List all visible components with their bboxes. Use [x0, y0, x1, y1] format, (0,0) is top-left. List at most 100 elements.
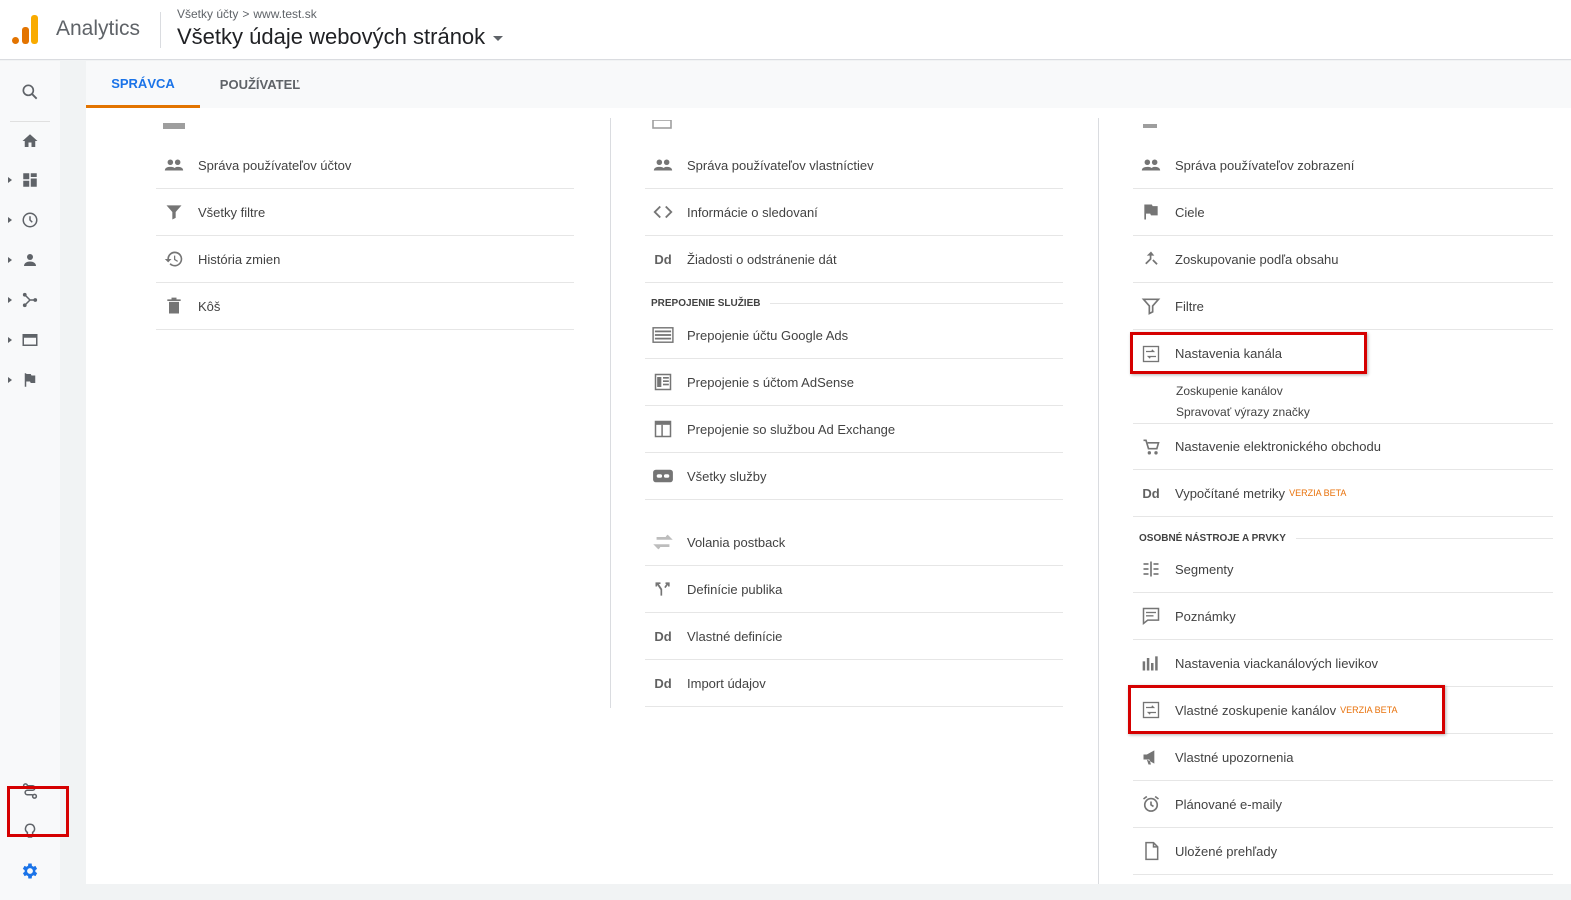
property-item-google-ads-linking[interactable]: Prepojenie účtu Google Ads — [645, 312, 1063, 359]
filter-icon — [1139, 294, 1163, 318]
view-item-scheduled-emails[interactable]: Plánované e-maily — [1133, 781, 1553, 828]
adsense-icon — [651, 370, 675, 394]
dimension-icon: Dd — [654, 628, 672, 644]
trash-icon — [162, 294, 186, 318]
property-item-tracking-info[interactable]: Informácie o sledovaní — [645, 189, 1063, 236]
property-item-audience-definitions[interactable]: Definície publika — [645, 566, 1063, 613]
beta-badge: VERZIA BETA — [1289, 488, 1347, 498]
view-item-goals[interactable]: Ciele — [1133, 189, 1553, 236]
expand-arrow-icon[interactable] — [8, 337, 12, 343]
acquisition-icon[interactable] — [16, 286, 44, 314]
item-label: Vlastné upozornenia — [1175, 749, 1294, 765]
item-label: Prepojenie so službou Ad Exchange — [687, 421, 896, 437]
view-item-saved-reports[interactable]: Uložené prehľady — [1133, 828, 1553, 875]
item-label: Volania postback — [687, 534, 786, 550]
breadcrumb-account[interactable]: Všetky účty — [177, 7, 238, 21]
property-item-data-deletion[interactable]: Dd Žiadosti o odstránenie dát — [645, 236, 1063, 283]
account-item-trash[interactable]: Kôš — [156, 283, 574, 330]
flag-icon[interactable] — [16, 366, 44, 394]
tab-admin[interactable]: SPRÁVCA — [86, 61, 200, 108]
search-icon[interactable] — [16, 78, 44, 106]
segments-icon — [1139, 557, 1163, 581]
section-title: PREPOJENIE SLUŽIEB — [651, 298, 761, 309]
linking-section-header: PREPOJENIE SLUŽIEB — [651, 298, 1063, 309]
document-icon — [1139, 839, 1163, 863]
item-label: Plánované e-maily — [1175, 796, 1282, 812]
person-icon[interactable] — [16, 246, 44, 274]
property-item-postbacks[interactable]: Volania postback — [645, 519, 1063, 566]
audience-icon — [651, 577, 675, 601]
column-divider — [1098, 118, 1099, 884]
view-item-segments[interactable]: Segmenty — [1133, 546, 1553, 593]
dimension-icon: Dd — [654, 675, 672, 691]
property-item-all-products[interactable]: Všetky služby — [645, 453, 1063, 500]
view-name: Všetky údaje webových stránok — [177, 24, 486, 49]
home-icon[interactable] — [16, 127, 44, 155]
view-selector[interactable]: Všetky údaje webových stránok — [177, 24, 504, 50]
item-label: Zoskupovanie podľa obsahu — [1175, 251, 1339, 267]
property-item-data-import[interactable]: Dd Import údajov — [645, 660, 1063, 707]
property-item-custom-definitions[interactable]: Dd Vlastné definície — [645, 613, 1063, 660]
nav-divider — [10, 121, 50, 122]
item-label: Prepojenie s účtom AdSense — [687, 374, 854, 390]
filter-icon — [162, 200, 186, 224]
property-item-adsense-linking[interactable]: Prepojenie s účtom AdSense — [645, 359, 1063, 406]
item-label: Žiadosti o odstránenie dát — [687, 251, 837, 267]
customization-icon[interactable] — [16, 166, 44, 194]
top-bar: Analytics Všetky účty > www.test.sk Všetky… — [0, 0, 1571, 60]
property-item-user-management[interactable]: Správa používateľov vlastníctiev — [645, 142, 1063, 189]
item-label: Vypočítané metriky — [1175, 485, 1286, 501]
admin-highlight-box — [7, 786, 69, 837]
custom-channel-grouping-highlight-box — [1128, 685, 1445, 734]
item-label: Informácie o sledovaní — [687, 204, 818, 220]
expand-arrow-icon[interactable] — [8, 257, 12, 263]
analytics-logo-icon[interactable] — [12, 14, 40, 44]
link-icon — [651, 464, 675, 488]
account-item-user-management[interactable]: Správa používateľov účtov — [156, 142, 574, 189]
view-item-mcf-settings[interactable]: Nastavenia viackanálových lievikov — [1133, 640, 1553, 687]
property-item-ad-exchange-linking[interactable]: Prepojenie so službou Ad Exchange — [645, 406, 1063, 453]
channel-sub-item-brand-terms[interactable]: Spravovať výrazy značky — [1176, 405, 1310, 419]
view-item-annotations[interactable]: Poznámky — [1133, 593, 1553, 640]
ads-icon — [651, 323, 675, 347]
expand-arrow-icon[interactable] — [8, 217, 12, 223]
item-label: Nastavenia viackanálových lievikov — [1175, 655, 1379, 671]
item-label: Definície publika — [687, 581, 783, 597]
merge-icon — [1139, 247, 1163, 271]
column-divider — [610, 118, 611, 708]
view-item-custom-alerts[interactable]: Vlastné upozornenia — [1133, 734, 1553, 781]
personal-tools-section-header: OSOBNÉ NÁSTROJE A PRVKY — [1139, 533, 1553, 544]
account-item-change-history[interactable]: História zmien — [156, 236, 574, 283]
view-item-ecommerce[interactable]: Nastavenie elektronického obchodu — [1133, 423, 1553, 470]
view-item-user-management[interactable]: Správa používateľov zobrazení — [1133, 142, 1553, 189]
section-title: OSOBNÉ NÁSTROJE A PRVKY — [1139, 533, 1286, 544]
account-item-all-filters[interactable]: Všetky filtre — [156, 189, 574, 236]
app-title: Analytics — [56, 17, 141, 40]
view-item-calculated-metrics[interactable]: Dd Vypočítané metriky VERZIA BETA — [1133, 470, 1553, 517]
left-navigation — [0, 61, 60, 900]
gear-icon[interactable] — [16, 857, 44, 885]
view-item-filters[interactable]: Filtre — [1133, 283, 1553, 330]
expand-arrow-icon[interactable] — [8, 377, 12, 383]
item-label: Nastavenie elektronického obchodu — [1175, 439, 1381, 454]
expand-arrow-icon[interactable] — [8, 177, 12, 183]
breadcrumb-property[interactable]: www.test.sk — [253, 7, 316, 21]
breadcrumb: Všetky účty > www.test.sk — [177, 7, 317, 21]
truncated-item-icon — [1142, 122, 1158, 132]
truncated-item-icon — [652, 120, 672, 130]
dimension-icon: Dd — [1142, 485, 1160, 501]
behavior-icon[interactable] — [16, 326, 44, 354]
channel-sub-item-grouping[interactable]: Zoskupenie kanálov — [1176, 384, 1283, 398]
tab-user[interactable]: POUŽÍVATEĽ — [200, 61, 320, 108]
item-label: Poznámky — [1175, 608, 1236, 624]
clock-icon[interactable] — [16, 206, 44, 234]
view-item-content-grouping[interactable]: Zoskupovanie podľa obsahu — [1133, 236, 1553, 283]
expand-arrow-icon[interactable] — [8, 297, 12, 303]
truncated-item-icon — [162, 121, 186, 131]
people-icon — [1139, 153, 1163, 177]
people-icon — [651, 153, 675, 177]
history-icon — [162, 247, 186, 271]
item-label: Filtre — [1175, 298, 1204, 314]
channel-settings-highlight-box — [1130, 332, 1367, 374]
tab-bar: SPRÁVCA POUŽÍVATEĽ — [86, 61, 1571, 108]
